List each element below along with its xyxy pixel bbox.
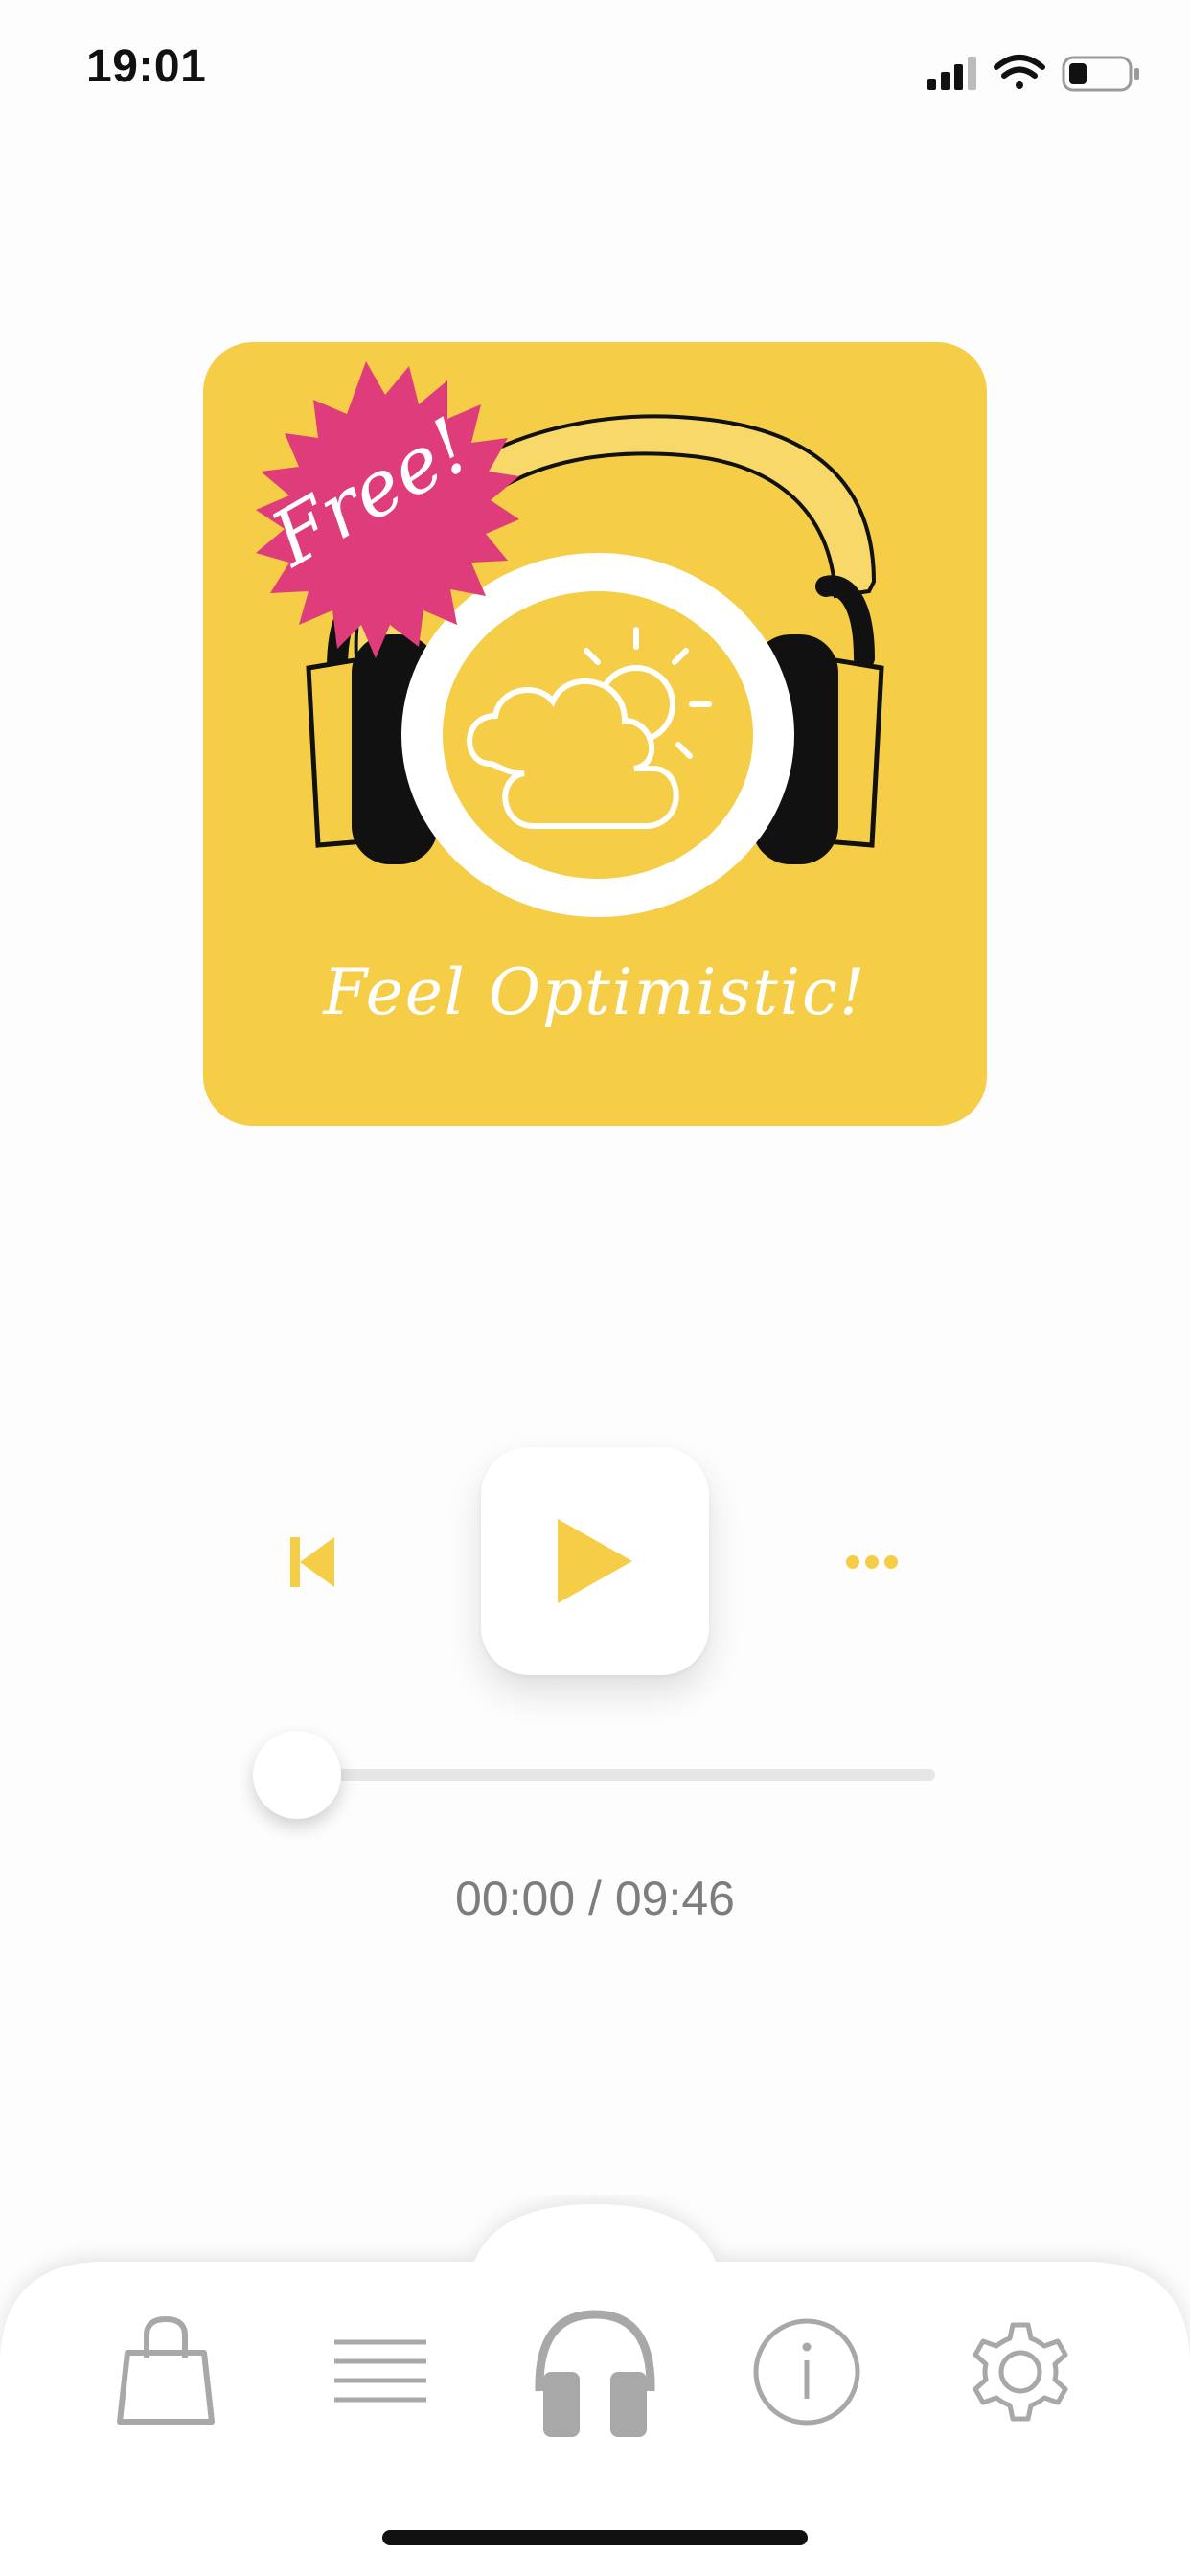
gear-icon — [973, 2322, 1068, 2422]
shopping-bag-icon — [117, 2316, 215, 2425]
previous-button[interactable] — [278, 1529, 345, 1596]
progress-slider[interactable] — [253, 1731, 935, 1819]
headphones-icon — [535, 2310, 655, 2437]
play-icon — [558, 1519, 632, 1603]
list-icon — [334, 2339, 426, 2403]
artwork-title: Feel Optimistic! — [323, 955, 867, 1029]
tab-settings[interactable] — [949, 2300, 1092, 2444]
progress-track[interactable] — [291, 1769, 935, 1781]
battery-icon — [1062, 56, 1139, 92]
progress-handle[interactable] — [253, 1731, 341, 1819]
more-button[interactable] — [838, 1538, 905, 1586]
player-controls — [0, 1438, 1190, 1687]
time-readout: 00:00 / 09:46 — [455, 1872, 735, 1925]
tab-list[interactable] — [309, 2300, 452, 2444]
status-bar: 19:01 — [0, 0, 1190, 144]
previous-icon — [290, 1537, 334, 1587]
tab-store[interactable] — [94, 2300, 238, 2444]
tab-player[interactable] — [523, 2300, 667, 2444]
tab-info[interactable] — [735, 2300, 879, 2444]
status-icons — [904, 52, 1144, 96]
wifi-icon — [994, 55, 1045, 89]
album-artwork: Free! Feel Optimistic! — [203, 342, 987, 1126]
tab-bar — [0, 2195, 1190, 2576]
more-icon — [846, 1555, 898, 1569]
status-time: 19:01 — [86, 41, 207, 92]
play-button[interactable] — [481, 1447, 709, 1675]
info-icon — [753, 2318, 860, 2426]
home-indicator — [382, 2530, 808, 2545]
cellular-signal-icon — [927, 57, 976, 90]
